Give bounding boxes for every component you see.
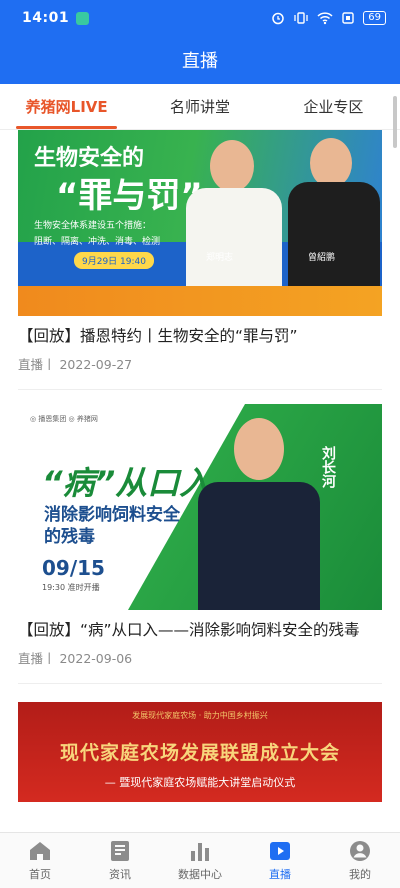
nav-label: 直播 bbox=[269, 868, 291, 881]
thumbnail-text: 的残毒 bbox=[44, 527, 95, 547]
thumbnail-heading: “病”从口入 bbox=[42, 464, 212, 502]
list-item[interactable]: 发展现代家庭农场 · 助力中国乡村振兴 现代家庭农场发展联盟成立大会 — 暨现代… bbox=[0, 702, 400, 802]
video-thumbnail[interactable]: 发展现代家庭农场 · 助力中国乡村振兴 现代家庭农场发展联盟成立大会 — 暨现代… bbox=[18, 702, 382, 802]
nav-label: 首页 bbox=[29, 868, 51, 881]
thumbnail-heading: “罪与罚” bbox=[56, 176, 203, 216]
nav-live[interactable]: 直播 bbox=[240, 833, 320, 888]
list-item[interactable]: ◎ 播恩集团 ◎ 养猪网 “病”从口入 消除影响饲料安全 的残毒 09/15 1… bbox=[0, 404, 400, 667]
tab-label: 养猪网LIVE bbox=[25, 98, 108, 116]
page-title: 直播 bbox=[182, 51, 218, 72]
battery-icon: 69 bbox=[363, 11, 386, 25]
thumbnail-time: 19:30 准时开播 bbox=[42, 583, 100, 592]
wifi-icon bbox=[317, 12, 333, 25]
nav-home[interactable]: 首页 bbox=[0, 833, 80, 888]
live-feed[interactable]: 生物安全的 “罪与罚” 生物安全体系建设五个措施： 阻断、隔离、冲洗、消毒、检测… bbox=[0, 130, 400, 832]
thumbnail-text: 生物安全体系建设五个措施： bbox=[34, 221, 152, 231]
speaker-name: 曾紹鹏 bbox=[308, 253, 336, 263]
card-title[interactable]: 【回放】“病”从口入——消除影响饲料安全的残毒 bbox=[18, 618, 382, 642]
thumbnail-band bbox=[18, 286, 382, 316]
bottom-nav: 首页 资讯 数据中心 直播 我的 bbox=[0, 832, 400, 888]
card-meta: 直播丨 2022-09-27 bbox=[18, 357, 133, 372]
nav-profile[interactable]: 我的 bbox=[320, 833, 400, 888]
thumbnail-text: 阻断、隔离、冲洗、消毒、检测 bbox=[34, 237, 161, 247]
card-meta: 直播丨 2022-09-06 bbox=[18, 651, 133, 666]
list-item[interactable]: 生物安全的 “罪与罚” 生物安全体系建设五个措施： 阻断、隔离、冲洗、消毒、检测… bbox=[0, 130, 400, 373]
home-icon bbox=[30, 842, 50, 860]
sim-icon bbox=[342, 12, 354, 24]
status-icons: 69 bbox=[271, 11, 386, 25]
divider bbox=[18, 683, 382, 684]
nav-news[interactable]: 资讯 bbox=[80, 833, 160, 888]
video-thumbnail[interactable]: ◎ 播恩集团 ◎ 养猪网 “病”从口入 消除影响饲料安全 的残毒 09/15 1… bbox=[18, 404, 382, 610]
speaker-name: 刘长河 bbox=[320, 446, 336, 488]
nav-label: 资讯 bbox=[109, 868, 131, 881]
vibrate-icon bbox=[294, 12, 308, 24]
thumbnail-text: — 暨现代家庭农场赋能大讲堂启动仪式 bbox=[104, 776, 296, 789]
thumbnail-heading: 现代家庭农场发展联盟成立大会 bbox=[59, 742, 340, 764]
speaker-figure bbox=[184, 130, 284, 286]
live-icon bbox=[270, 842, 290, 860]
thumbnail-text: 发展现代家庭农场 · 助力中国乡村振兴 bbox=[132, 711, 268, 720]
tab-enterprise-zone[interactable]: 企业专区 bbox=[267, 84, 400, 129]
tab-bar: 养猪网LIVE 名师讲堂 企业专区 bbox=[0, 84, 400, 130]
video-thumbnail[interactable]: 生物安全的 “罪与罚” 生物安全体系建设五个措施： 阻断、隔离、冲洗、消毒、检测… bbox=[18, 130, 382, 316]
tab-live[interactable]: 养猪网LIVE bbox=[0, 84, 133, 129]
tab-teacher-lectures[interactable]: 名师讲堂 bbox=[133, 84, 266, 129]
speaker-figure bbox=[194, 410, 324, 610]
card-title[interactable]: 【回放】播恩特约丨生物安全的“罪与罚” bbox=[18, 324, 382, 348]
nav-label: 我的 bbox=[349, 868, 371, 881]
speaker-name: 郑明志 bbox=[206, 253, 234, 263]
nav-data-center[interactable]: 数据中心 bbox=[160, 833, 240, 888]
divider bbox=[18, 389, 382, 390]
tab-label: 企业专区 bbox=[303, 98, 364, 116]
tab-label: 名师讲堂 bbox=[169, 98, 230, 116]
status-time: 14:01 bbox=[22, 10, 70, 26]
sponsor-logos: ◎ 播恩集团 ◎ 养猪网 bbox=[30, 415, 98, 423]
thumbnail-date: 09/15 bbox=[42, 556, 105, 580]
thumbnail-date-pill: 9月29日 19:40 bbox=[74, 252, 154, 269]
status-bar: 14:01 69 bbox=[0, 0, 400, 36]
profile-icon bbox=[350, 841, 370, 861]
app-bar: 直播 bbox=[0, 36, 400, 84]
notification-app-icon bbox=[76, 11, 90, 25]
chart-icon bbox=[191, 843, 209, 861]
alarm-icon bbox=[272, 12, 285, 25]
news-icon bbox=[111, 841, 129, 861]
nav-label: 数据中心 bbox=[178, 868, 222, 881]
